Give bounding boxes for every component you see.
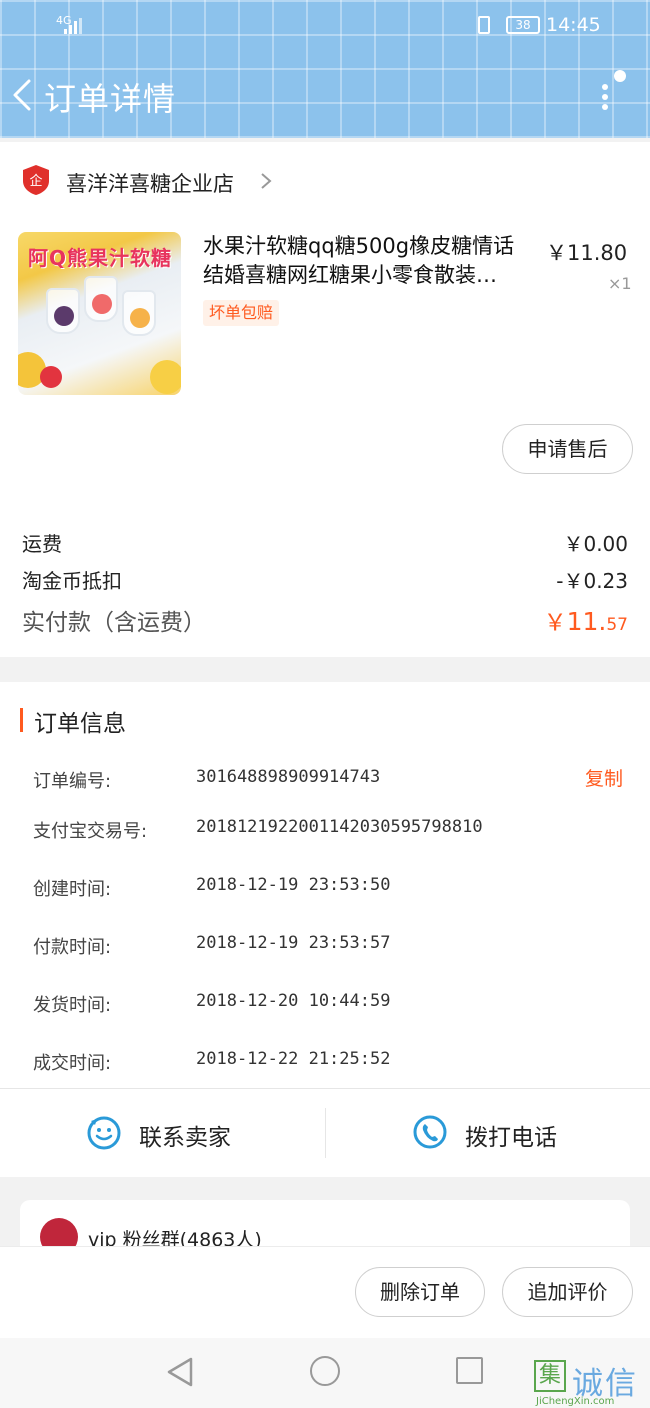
coin-discount-label: 淘金币抵扣 [22, 569, 122, 593]
after-sale-button[interactable]: 申请售后 [502, 424, 633, 474]
info-value: 2018121922001142030595798810 [196, 817, 483, 837]
shipping-fee-label: 运费 [22, 532, 62, 556]
back-arrow-icon[interactable] [12, 78, 32, 112]
order-info-card: 订单信息 订单编号: 301648898909914743 复制 支付宝交易号:… [0, 682, 650, 1177]
quantity: ×1 [608, 274, 632, 293]
call-phone-button[interactable]: 拨打电话 [326, 1094, 650, 1174]
product-title-line-2: 结婚喜糖网红糖果小零食散装… [203, 263, 497, 287]
contact-seller-label: 联系卖家 [139, 1125, 231, 1151]
currency-symbol: ￥ [543, 610, 567, 636]
delete-order-button[interactable]: 删除订单 [355, 1267, 485, 1317]
product-image-caption: 阿Q熊果汁软糖 [28, 246, 173, 270]
nav-home-icon[interactable] [310, 1356, 340, 1386]
product-image[interactable]: 阿Q熊果汁软糖 [18, 232, 181, 395]
info-label: 付款时间: [33, 937, 112, 958]
enterprise-shop-icon: 企 [23, 165, 49, 195]
coin-discount-value: -￥0.23 [556, 569, 628, 593]
product-title[interactable]: 水果汁软糖qq糖500g橡皮糖情话 结婚喜糖网红糖果小零食散装… [203, 232, 537, 290]
shipping-fee-row: 运费 ￥0.00 [22, 528, 628, 557]
shop-name[interactable]: 喜洋洋喜糖企业店 [66, 168, 234, 198]
watermark-box: 集 [534, 1360, 566, 1392]
info-label: 发货时间: [33, 995, 112, 1016]
chat-smile-icon [87, 1116, 121, 1150]
battery-icon: 38 [506, 16, 540, 34]
info-label: 订单编号: [33, 771, 112, 792]
system-nav-bar: 集 诚信 JiChengXin.com [0, 1338, 650, 1408]
vibrate-icon [478, 16, 490, 34]
guarantee-badge: 坏单包赔 [203, 300, 280, 326]
nav-back-icon[interactable] [166, 1356, 194, 1388]
shipping-fee-value: ￥0.00 [563, 532, 628, 556]
total-decimal: 57 [606, 615, 628, 635]
coin-discount-row: 淘金币抵扣 -￥0.23 [22, 565, 628, 594]
bottom-action-bar: 删除订单 追加评价 [0, 1246, 650, 1338]
more-menu-icon[interactable] [600, 70, 626, 114]
clock: 14:45 [546, 14, 601, 36]
total-paid-label: 实付款（含运费） [22, 610, 206, 636]
info-label: 支付宝交易号: [33, 821, 148, 842]
nav-recent-apps-icon[interactable] [456, 1357, 483, 1384]
order-summary-card: 企 喜洋洋喜糖企业店 阿Q熊果汁软糖 水果汁软糖qq糖500g橡皮糖情话 结婚喜… [0, 142, 650, 657]
page-title: 订单详情 [44, 80, 177, 118]
total-paid-value: ￥11.57 [544, 603, 628, 637]
info-label: 成交时间: [33, 1053, 112, 1074]
contact-seller-button[interactable]: 联系卖家 [0, 1094, 325, 1174]
header: 4G 38 14:45 订单详情 [0, 0, 650, 138]
watermark-logo: 集 诚信 JiChengXin.com [534, 1358, 646, 1407]
info-value: 2018-12-19 23:53:50 [196, 875, 391, 895]
add-review-button[interactable]: 追加评价 [502, 1267, 633, 1317]
unit-price: ￥11.80 [546, 241, 628, 265]
total-paid-row: 实付款（含运费） ￥11.57 [22, 603, 628, 637]
watermark-url: JiChengXin.com [536, 1396, 615, 1407]
status-bar: 4G 38 14:45 [0, 0, 650, 52]
info-label: 创建时间: [33, 879, 112, 900]
section-title: 订单信息 [34, 711, 126, 737]
svg-text:企: 企 [29, 173, 42, 189]
info-value: 2018-12-20 10:44:59 [196, 991, 391, 1011]
info-value: 2018-12-19 23:53:57 [196, 933, 391, 953]
section-accent-bar [20, 708, 23, 732]
divider [0, 1088, 650, 1089]
info-value: 2018-12-22 21:25:52 [196, 1049, 391, 1069]
total-integer: 11. [566, 607, 607, 636]
product-title-line-1: 水果汁软糖qq糖500g橡皮糖情话 [203, 234, 515, 258]
info-value: 301648898909914743 [196, 767, 381, 787]
signal-icon [64, 18, 82, 34]
copy-button[interactable]: 复制 [585, 764, 623, 791]
chevron-right-icon[interactable] [260, 172, 272, 190]
call-phone-label: 拨打电话 [465, 1125, 557, 1151]
phone-icon [413, 1115, 447, 1149]
order-detail-page: 4G 38 14:45 订单详情 企 喜洋洋喜糖企业店 阿Q熊果汁软糖 水果汁软… [0, 0, 650, 1408]
